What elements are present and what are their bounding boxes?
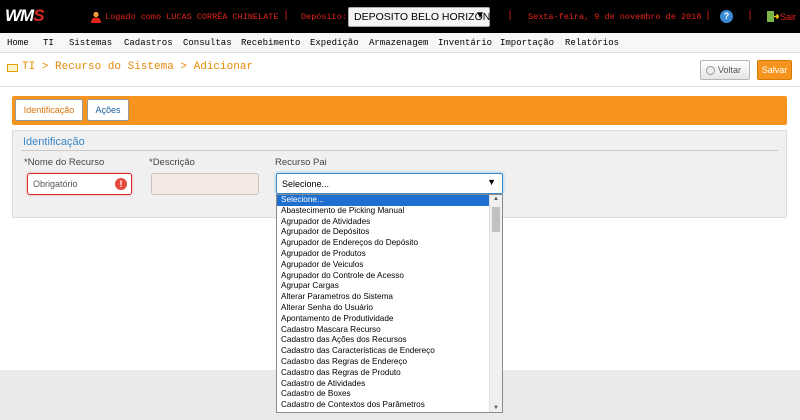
nome-label: *Nome do Recurso bbox=[24, 157, 105, 168]
dropdown-option[interactable]: Cadastro das Regras de Endereço bbox=[277, 357, 490, 368]
user-icon bbox=[91, 11, 101, 23]
dropdown-option[interactable]: Abastecimento de Picking Manual bbox=[277, 206, 490, 217]
dropdown-option[interactable]: Alterar Senha do Usuário bbox=[277, 303, 490, 314]
scrollbar[interactable]: ▲ ▼ bbox=[489, 195, 502, 412]
dropdown-option[interactable]: Agrupar Cargas bbox=[277, 281, 490, 292]
dropdown-option[interactable]: Cadastro das Regras de Produto bbox=[277, 368, 490, 379]
scroll-down-icon[interactable]: ▼ bbox=[493, 405, 499, 411]
dropdown-option[interactable]: Cadastro das Ações dos Recursos bbox=[277, 335, 490, 346]
dropdown-option[interactable]: Alterar Parametros do Sistema bbox=[277, 292, 490, 303]
divider bbox=[21, 150, 778, 151]
dropdown-option[interactable]: Cadastro Mascara Recurso bbox=[277, 325, 490, 336]
back-button[interactable]: Voltar bbox=[700, 60, 750, 80]
recurso-pai-label: Recurso Pai bbox=[275, 157, 327, 168]
deposit-label: Depósito: bbox=[301, 12, 347, 22]
dropdown-option[interactable]: Cadastro de Boxes bbox=[277, 389, 490, 400]
chevron-down-icon: ▼ bbox=[487, 177, 496, 187]
separator: | bbox=[283, 11, 290, 22]
recurso-pai-dropdown[interactable]: Selecione... Abastecimento de Picking Man… bbox=[276, 194, 503, 413]
menu-item-recebimento[interactable]: Recebimento bbox=[241, 38, 300, 48]
app-logo: WMS bbox=[5, 6, 45, 26]
dropdown-option[interactable]: Agrupador de Depósitos bbox=[277, 227, 490, 238]
menu-item-cadastros[interactable]: Cadastros bbox=[124, 38, 173, 48]
menu-item-ti[interactable]: TI bbox=[43, 38, 54, 48]
dropdown-list: Selecione... Abastecimento de Picking Man… bbox=[277, 195, 490, 411]
menu-item-home[interactable]: Home bbox=[7, 38, 29, 48]
main-menu: Home TI Sistemas Cadastros Consultas Rec… bbox=[0, 33, 800, 53]
exit-link[interactable]: Sair bbox=[780, 12, 796, 22]
logo-text: WM bbox=[5, 6, 34, 25]
error-icon: ! bbox=[115, 178, 127, 190]
logged-user-text: Logado como LUCAS CORRÊA CHINELATE bbox=[105, 12, 279, 22]
date-text: Sexta-feira, 9 de novembro de 2018 bbox=[528, 12, 702, 22]
dropdown-option[interactable]: Agrupador de Produtos bbox=[277, 249, 490, 260]
recurso-pai-value: Selecione... bbox=[282, 179, 330, 189]
tab-identificacao[interactable]: Identificação bbox=[15, 99, 83, 121]
dropdown-option[interactable]: Agrupador de Endereços do Depósito bbox=[277, 238, 490, 249]
dropdown-option[interactable]: Selecione... bbox=[277, 195, 490, 206]
deposit-select[interactable]: DEPOSITO BELO HORIZONTE ▼ bbox=[348, 7, 504, 27]
tab-acoes[interactable]: Ações bbox=[87, 99, 129, 121]
back-button-label: Voltar bbox=[718, 65, 742, 75]
separator: | bbox=[705, 11, 712, 22]
folder-icon bbox=[7, 64, 18, 72]
breadcrumb-row: TI > Recurso do Sistema > Adicionar Volt… bbox=[0, 55, 800, 87]
recurso-pai-select[interactable]: Selecione... ▼ bbox=[276, 173, 503, 194]
separator: | bbox=[507, 11, 514, 22]
help-icon[interactable]: ? bbox=[720, 10, 733, 23]
scroll-up-icon[interactable]: ▲ bbox=[493, 196, 499, 202]
descricao-label: *Descrição bbox=[149, 157, 195, 168]
descricao-field[interactable] bbox=[151, 173, 259, 195]
nome-placeholder: Obrigatório bbox=[33, 179, 78, 189]
dropdown-option[interactable]: Agrupador de Atividades bbox=[277, 217, 490, 228]
dropdown-option[interactable]: Agrupador do Controle de Acesso bbox=[277, 271, 490, 282]
menu-item-relatorios[interactable]: Relatórios bbox=[565, 38, 619, 48]
menu-item-inventario[interactable]: Inventário bbox=[438, 38, 492, 48]
dropdown-option[interactable]: Cadastro de Contextos dos Parâmetros bbox=[277, 400, 490, 411]
breadcrumb: TI > Recurso do Sistema > Adicionar bbox=[22, 61, 254, 73]
menu-item-expedicao[interactable]: Expedição bbox=[310, 38, 359, 48]
separator: | bbox=[747, 11, 754, 22]
chevron-down-icon: ▼ bbox=[475, 10, 485, 21]
back-icon bbox=[706, 66, 715, 75]
nome-field[interactable]: Obrigatório ! bbox=[27, 173, 132, 195]
dropdown-option[interactable]: Cadastro das Caracteristicas de Endereço bbox=[277, 346, 490, 357]
menu-item-consultas[interactable]: Consultas bbox=[183, 38, 232, 48]
menu-item-armazenagem[interactable]: Armazenagem bbox=[369, 38, 428, 48]
top-bar: WMS Logado como LUCAS CORRÊA CHINELATE |… bbox=[0, 0, 800, 33]
scrollbar-thumb[interactable] bbox=[492, 207, 500, 232]
dropdown-option[interactable]: Cadastro de Atividades bbox=[277, 379, 490, 390]
section-title: Identificação bbox=[23, 136, 85, 148]
logo-accent: S bbox=[33, 6, 44, 25]
menu-item-sistemas[interactable]: Sistemas bbox=[69, 38, 112, 48]
menu-item-importacao[interactable]: Importação bbox=[500, 38, 554, 48]
dropdown-option[interactable]: Apontamento de Produtividade bbox=[277, 314, 490, 325]
dropdown-option[interactable]: Agrupador de Veiculos bbox=[277, 260, 490, 271]
save-button[interactable]: Salvar bbox=[757, 60, 792, 80]
tab-bar: Identificação Ações bbox=[12, 96, 787, 125]
exit-icon[interactable] bbox=[766, 10, 779, 23]
